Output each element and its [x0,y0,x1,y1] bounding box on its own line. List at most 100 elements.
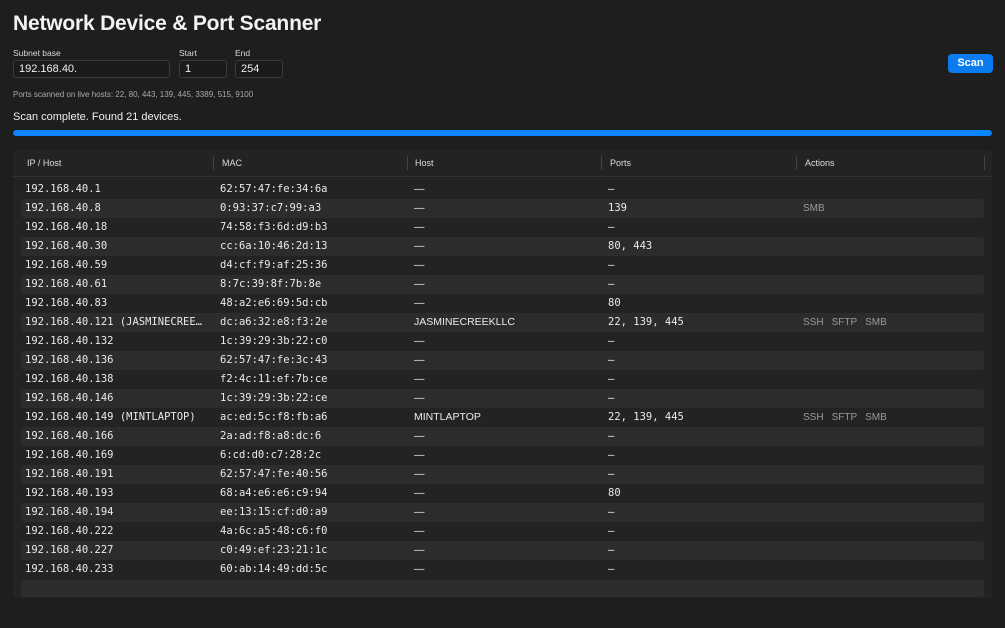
table-row[interactable]: 192.168.40.1 62:57:47:fe:34:6a — — [21,180,984,199]
table-row[interactable]: 192.168.40.136 62:57:47:fe:3c:43 — — [21,351,984,370]
ports-cell: — [608,544,615,556]
ports-cell: — [608,373,615,385]
action-smb-link[interactable]: SMB [803,203,825,214]
table-row[interactable]: 192.168.40.191 62:57:47:fe:40:56 — — [21,465,984,484]
devices-table: IP / Host MAC Host Ports Actions 192.168… [13,150,992,598]
end-label: End [235,48,251,58]
mac-cell: ac:ed:5c:f8:fb:a6 [220,411,328,423]
ports-cell: 80 [608,297,621,309]
table-row[interactable]: 192.168.40.18 74:58:f3:6d:d9:b3 — — [21,218,984,237]
table-row[interactable]: 192.168.40.83 48:a2:e6:69:5d:cb — 80 [21,294,984,313]
mac-cell: 6:cd:d0:c7:28:2c [220,449,322,461]
ip-cell: 192.168.40.227 [25,544,114,556]
ip-cell: 192.168.40.8 [25,202,101,214]
table-row[interactable]: 192.168.40.121 (JASMINECREE… dc:a6:32:e8:… [21,313,984,332]
column-divider[interactable] [796,156,797,170]
subnet-label: Subnet base [13,48,61,58]
table-row[interactable]: 192.168.40.227 c0:49:ef:23:21:1c — — [21,541,984,560]
actions-cell [803,389,983,408]
table-row[interactable]: 192.168.40.194 ee:13:15:cf:d0:a9 — — [21,503,984,522]
mac-cell: 2a:ad:f8:a8:dc:6 [220,430,322,442]
host-cell: JASMINECREEKLLC [414,316,515,328]
ports-cell: — [608,430,615,442]
action-sftp-link[interactable]: SFTP [832,412,858,423]
mac-cell: 48:a2:e6:69:5d:cb [220,297,328,309]
host-cell: — [414,221,425,233]
action-smb-link[interactable]: SMB [865,317,887,328]
host-cell: — [414,183,425,195]
column-divider[interactable] [984,156,985,170]
table-row[interactable]: 192.168.40.146 1c:39:29:3b:22:ce — — [21,389,984,408]
ports-cell: — [608,506,615,518]
ip-cell: 192.168.40.136 [25,354,114,366]
column-divider[interactable] [601,156,602,170]
host-cell: — [414,373,425,385]
host-cell: — [414,487,425,499]
mac-cell: ee:13:15:cf:d0:a9 [220,506,328,518]
table-row[interactable]: 192.168.40.132 1c:39:29:3b:22:c0 — — [21,332,984,351]
ports-cell: — [608,449,615,461]
end-input[interactable] [235,60,283,78]
column-header-ip[interactable]: IP / Host [27,150,61,176]
ports-cell: — [608,392,615,404]
action-ssh-link[interactable]: SSH [803,317,824,328]
table-row[interactable]: 192.168.40.59 d4:cf:f9:af:25:36 — — [21,256,984,275]
host-cell: — [414,335,425,347]
actions-cell [803,484,983,503]
action-sftp-link[interactable]: SFTP [832,317,858,328]
actions-cell [803,180,983,199]
table-row[interactable]: 192.168.40.222 4a:6c:a5:48:c6:f0 — — [21,522,984,541]
start-label: Start [179,48,197,58]
table-row[interactable]: 192.168.40.8 0:93:37:c7:99:a3 — 139 SMB [21,199,984,218]
column-divider[interactable] [407,156,408,170]
host-cell: — [414,525,425,537]
table-row[interactable]: 192.168.40.149 (MINTLAPTOP) ac:ed:5c:f8:f… [21,408,984,427]
column-header-actions[interactable]: Actions [805,150,835,176]
table-row[interactable]: 192.168.40.233 60:ab:14:49:dd:5c — — [21,560,984,579]
ports-cell: — [608,278,615,290]
ports-cell: 22, 139, 445 [608,316,684,328]
column-header-mac[interactable]: MAC [222,150,242,176]
actions-cell [803,370,983,389]
table-row-empty [21,580,984,597]
start-input[interactable] [179,60,227,78]
action-smb-link[interactable]: SMB [865,412,887,423]
subnet-base-input[interactable] [13,60,170,78]
ip-cell: 192.168.40.193 [25,487,114,499]
host-cell: MINTLAPTOP [414,411,481,423]
mac-cell: 60:ab:14:49:dd:5c [220,563,328,575]
actions-cell [803,446,983,465]
table-row[interactable]: 192.168.40.30 cc:6a:10:46:2d:13 — 80, 443 [21,237,984,256]
ports-cell: — [608,525,615,537]
ports-cell: — [608,468,615,480]
host-cell: — [414,240,425,252]
column-divider[interactable] [213,156,214,170]
action-ssh-link[interactable]: SSH [803,412,824,423]
ip-cell: 192.168.40.191 [25,468,114,480]
ports-cell: — [608,335,615,347]
column-header-host[interactable]: Host [415,150,434,176]
column-header-ports[interactable]: Ports [610,150,631,176]
actions-cell [803,237,983,256]
ip-cell: 192.168.40.169 [25,449,114,461]
actions-cell [803,332,983,351]
ip-cell: 192.168.40.30 [25,240,108,252]
table-row[interactable]: 192.168.40.138 f2:4c:11:ef:7b:ce — — [21,370,984,389]
actions-cell: SSH SFTP SMB [803,408,983,427]
host-cell: — [414,297,425,309]
scan-button[interactable]: Scan [948,54,993,73]
ip-cell: 192.168.40.146 [25,392,114,404]
table-row[interactable]: 192.168.40.193 68:a4:e6:e6:c9:94 — 80 [21,484,984,503]
ip-cell: 192.168.40.233 [25,563,114,575]
actions-cell [803,294,983,313]
actions-cell [803,218,983,237]
mac-cell: 74:58:f3:6d:d9:b3 [220,221,328,233]
ip-cell: 192.168.40.1 [25,183,101,195]
actions-cell [803,522,983,541]
ip-cell: 192.168.40.149 (MINTLAPTOP) [25,411,196,423]
table-row[interactable]: 192.168.40.169 6:cd:d0:c7:28:2c — — [21,446,984,465]
table-row[interactable]: 192.168.40.166 2a:ad:f8:a8:dc:6 — — [21,427,984,446]
table-row[interactable]: 192.168.40.61 8:7c:39:8f:7b:8e — — [21,275,984,294]
mac-cell: f2:4c:11:ef:7b:ce [220,373,328,385]
ip-cell: 192.168.40.194 [25,506,114,518]
